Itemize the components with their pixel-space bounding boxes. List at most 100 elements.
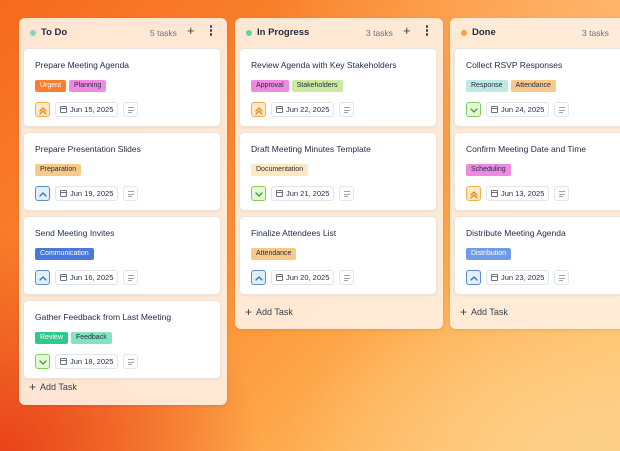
description-icon[interactable] — [123, 270, 139, 285]
due-date-button[interactable]: Jun 15, 2025 — [55, 102, 119, 117]
chevrons-up-icon[interactable] — [466, 186, 481, 201]
column-header: In Progress 3 tasks + — [235, 18, 443, 48]
calendar-icon — [276, 190, 283, 197]
due-date-button[interactable]: Jun 19, 2025 — [55, 186, 119, 201]
calendar-icon — [276, 274, 283, 281]
description-icon[interactable] — [339, 270, 355, 285]
chevron-up-icon[interactable] — [466, 270, 481, 285]
task-card[interactable]: Distribute Meeting Agenda Distribution Jun… — [454, 216, 620, 295]
task-card[interactable]: Send Meeting Invites Communication Jun 16,… — [23, 216, 221, 295]
tag-badge: Documentation — [251, 164, 309, 176]
task-meta: Jun 19, 2025 — [35, 186, 139, 201]
add-task-label: Add Task — [256, 307, 293, 317]
column-title: In Progress — [257, 27, 310, 38]
due-date: Jun 19, 2025 — [70, 189, 114, 198]
description-icon[interactable] — [339, 102, 355, 117]
tag-list: Review Feedback — [35, 332, 115, 344]
due-date-button[interactable]: Jun 24, 2025 — [486, 102, 550, 117]
tag-list: Communication — [35, 248, 97, 260]
tag-badge: Urgent — [35, 80, 67, 92]
due-date: Jun 23, 2025 — [501, 273, 545, 282]
due-date: Jun 13, 2025 — [501, 189, 545, 198]
chevrons-up-icon[interactable] — [251, 102, 266, 117]
description-icon[interactable] — [123, 102, 139, 117]
due-date-button[interactable]: Jun 22, 2025 — [271, 102, 335, 117]
calendar-icon — [60, 358, 67, 365]
task-count: 3 tasks — [366, 28, 393, 38]
description-icon[interactable] — [123, 354, 139, 369]
tag-badge: Communication — [35, 248, 94, 260]
add-task-label: Add Task — [40, 382, 77, 392]
due-date-button[interactable]: Jun 18, 2025 — [55, 354, 119, 369]
plus-icon[interactable]: + — [187, 24, 195, 38]
add-task-button[interactable]: + Add Task — [245, 306, 293, 318]
task-title: Review Agenda with Key Stakeholders — [251, 60, 397, 70]
due-date-button[interactable]: Jun 16, 2025 — [55, 270, 119, 285]
tag-badge: Distribution — [466, 248, 512, 260]
task-title: Prepare Presentation Slides — [35, 144, 141, 154]
chevron-down-icon[interactable] — [251, 186, 266, 201]
column-header: Done 3 tasks — [450, 18, 620, 48]
due-date-button[interactable]: Jun 13, 2025 — [486, 186, 550, 201]
task-meta: Jun 24, 2025 — [466, 102, 570, 117]
due-date-button[interactable]: Jun 23, 2025 — [486, 270, 550, 285]
due-date-button[interactable]: Jun 21, 2025 — [271, 186, 335, 201]
due-date: Jun 16, 2025 — [70, 273, 114, 282]
task-card[interactable]: Prepare Meeting Agenda Urgent Planning Jun … — [23, 48, 221, 127]
due-date: Jun 18, 2025 — [70, 357, 114, 366]
tag-badge: Attendance — [251, 248, 297, 260]
plus-icon[interactable]: + — [403, 24, 411, 38]
calendar-icon — [491, 106, 498, 113]
add-task-button[interactable]: + Add Task — [460, 306, 508, 318]
chevron-down-icon[interactable] — [466, 102, 481, 117]
chevron-up-icon[interactable] — [35, 270, 50, 285]
task-card[interactable]: Finalize Attendees List Attendance Jun 20,… — [239, 216, 437, 295]
tag-list: Attendance — [251, 248, 299, 260]
task-meta: Jun 15, 2025 — [35, 102, 139, 117]
description-icon[interactable] — [554, 102, 570, 117]
task-card[interactable]: Gather Feedback from Last Meeting Review F… — [23, 300, 221, 379]
task-card[interactable]: Collect RSVP Responses Response Attendance… — [454, 48, 620, 127]
due-date: Jun 24, 2025 — [501, 105, 545, 114]
tag-badge: Feedback — [70, 332, 112, 344]
status-dot — [246, 30, 252, 36]
calendar-icon — [60, 190, 67, 197]
task-count: 5 tasks — [150, 28, 177, 38]
description-icon[interactable] — [554, 186, 570, 201]
column-title: Done — [472, 27, 496, 38]
calendar-icon — [60, 274, 67, 281]
tag-badge: Response — [466, 80, 508, 92]
task-title: Send Meeting Invites — [35, 228, 115, 238]
chevrons-up-icon[interactable] — [35, 102, 50, 117]
tag-badge: Scheduling — [466, 164, 511, 176]
tag-list: Documentation — [251, 164, 311, 176]
more-vertical-icon[interactable] — [207, 25, 215, 37]
status-dot — [30, 30, 36, 36]
chevron-up-icon[interactable] — [251, 270, 266, 285]
column-done: Done 3 tasks Collect RSVP Responses Respo… — [450, 18, 620, 329]
description-icon[interactable] — [554, 270, 570, 285]
task-meta: Jun 13, 2025 — [466, 186, 570, 201]
more-vertical-icon[interactable] — [423, 25, 431, 37]
chevron-up-icon[interactable] — [35, 186, 50, 201]
task-card[interactable]: Confirm Meeting Date and Time Scheduling J… — [454, 132, 620, 211]
tag-list: Scheduling — [466, 164, 514, 176]
task-meta: Jun 18, 2025 — [35, 354, 139, 369]
add-task-label: Add Task — [471, 307, 508, 317]
column-in-progress: In Progress 3 tasks + Review Agenda with… — [235, 18, 443, 329]
due-date-button[interactable]: Jun 20, 2025 — [271, 270, 335, 285]
status-dot — [461, 30, 467, 36]
task-card[interactable]: Review Agenda with Key Stakeholders Appro… — [239, 48, 437, 127]
task-meta: Jun 16, 2025 — [35, 270, 139, 285]
description-icon[interactable] — [123, 186, 139, 201]
add-task-button[interactable]: + Add Task — [29, 381, 77, 393]
tag-badge: Review — [35, 332, 68, 344]
description-icon[interactable] — [339, 186, 355, 201]
tag-badge: Attendance — [510, 80, 556, 92]
tag-list: Response Attendance — [466, 80, 559, 92]
chevron-down-icon[interactable] — [35, 354, 50, 369]
task-card[interactable]: Prepare Presentation Slides Preparation Ju… — [23, 132, 221, 211]
task-meta: Jun 22, 2025 — [251, 102, 355, 117]
task-card[interactable]: Draft Meeting Minutes Template Documentat… — [239, 132, 437, 211]
task-title: Distribute Meeting Agenda — [466, 228, 566, 238]
